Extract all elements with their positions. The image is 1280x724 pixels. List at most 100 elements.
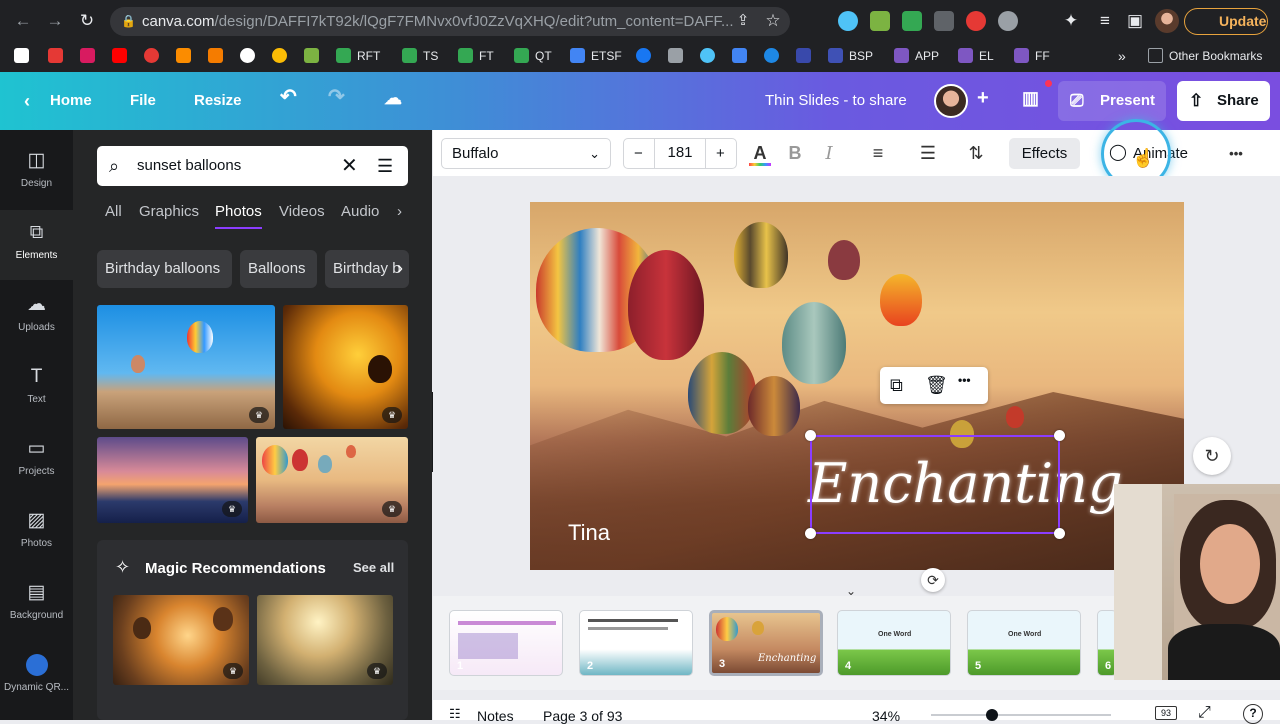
resize-handle[interactable] — [805, 528, 816, 539]
back-icon[interactable]: ← — [12, 10, 34, 32]
font-size-input[interactable]: 181 — [654, 138, 706, 169]
slide-name-text[interactable]: Tina — [568, 520, 610, 546]
cloud-saved-icon[interactable]: ☁ — [384, 89, 402, 107]
more-icon[interactable]: ••• — [958, 373, 971, 387]
magic-photo-2[interactable]: ♛ — [257, 595, 393, 685]
rail-photos[interactable]: ▨ Photos — [0, 498, 73, 568]
design-title[interactable]: Thin Slides - to share — [765, 92, 907, 110]
bookmark-youtube[interactable] — [112, 47, 133, 65]
bookmark-blogger[interactable] — [176, 47, 197, 65]
increase-size-button[interactable]: + — [716, 139, 725, 168]
zoom-slider-track[interactable] — [931, 709, 1111, 721]
photo-result-3[interactable]: ♛ — [97, 437, 248, 523]
redo-icon[interactable]: ↷ — [328, 87, 345, 107]
bookmark-icon-7[interactable] — [208, 47, 229, 65]
other-bookmarks[interactable]: Other Bookmarks — [1148, 47, 1262, 65]
extension-flask-icon[interactable] — [870, 11, 890, 31]
file-menu[interactable]: File — [130, 92, 156, 110]
bullet-list-icon[interactable]: ☰ — [917, 138, 939, 169]
forward-icon[interactable]: → — [44, 10, 66, 32]
italic-icon[interactable]: I — [819, 138, 839, 169]
fullscreen-icon[interactable]: ⤢ — [1198, 704, 1211, 722]
rail-design[interactable]: ◫ Design — [0, 138, 73, 208]
chevron-left-icon[interactable]: ‹ — [24, 92, 30, 110]
bookmark-icon-5[interactable] — [144, 47, 165, 65]
bookmark-app[interactable]: APP — [894, 47, 939, 65]
bookmarks-overflow[interactable]: » — [1118, 47, 1126, 65]
photo-result-1[interactable]: ♛ — [97, 305, 275, 429]
trash-icon[interactable]: 🗑 — [925, 375, 948, 396]
bookmark-icon-10[interactable] — [304, 47, 325, 65]
rail-elements[interactable]: ⧉ Elements — [0, 210, 73, 280]
align-center-icon[interactable]: ≡ — [867, 138, 889, 169]
share-page-icon[interactable]: ⇪ — [732, 10, 754, 32]
magic-photo-1[interactable]: ♛ — [113, 595, 249, 685]
tab-photos[interactable]: Photos — [215, 203, 262, 229]
plus-icon[interactable]: + — [977, 88, 989, 108]
reading-list-icon[interactable]: ≡ — [1094, 10, 1116, 32]
tab-graphics[interactable]: Graphics — [139, 203, 199, 221]
help-button[interactable]: ? — [1243, 704, 1263, 724]
chip-balloons[interactable]: Balloons — [240, 250, 317, 288]
home-button[interactable]: Home — [50, 92, 92, 110]
tab-all[interactable]: All — [105, 203, 122, 221]
bookmark-icon-drop[interactable] — [700, 47, 721, 65]
tab-audio[interactable]: Audio — [341, 203, 379, 221]
extension-diamond-icon[interactable] — [838, 11, 858, 31]
see-all-link[interactable]: See all — [353, 560, 394, 575]
bookmark-rft[interactable]: RFT — [336, 47, 380, 65]
bookmark-icon-3[interactable] — [80, 47, 101, 65]
rail-text[interactable]: T Text — [0, 354, 73, 424]
filter-sliders-icon[interactable]: ☰ — [377, 146, 393, 186]
extension-shield-icon[interactable] — [934, 11, 954, 31]
bookmark-etsf[interactable]: ETSF — [570, 47, 622, 65]
bookmark-icon-chat[interactable] — [732, 47, 753, 65]
page-thumb-3-active[interactable]: 3 Enchanting — [709, 610, 823, 676]
chip-birthday-balloons[interactable]: Birthday balloons — [97, 250, 232, 288]
resize-button[interactable]: Resize — [194, 92, 242, 110]
profile-avatar[interactable] — [1155, 9, 1179, 33]
sidebar-icon[interactable]: ▣ — [1124, 10, 1146, 32]
text-color-icon[interactable]: A — [749, 138, 771, 169]
font-family-dropdown[interactable]: Buffalo ⌄ — [441, 138, 611, 169]
effects-button[interactable]: Effects — [1009, 138, 1080, 169]
rail-uploads[interactable]: ☁ Uploads — [0, 282, 73, 352]
resize-handle[interactable] — [1054, 430, 1065, 441]
refresh-suggest-icon[interactable]: ↻ — [1193, 437, 1231, 475]
rail-projects[interactable]: ▭ Projects — [0, 426, 73, 496]
bookmark-puzzle[interactable] — [668, 47, 689, 65]
page-thumb-4[interactable]: One Word 4 — [837, 610, 951, 676]
decrease-size-button[interactable]: − — [634, 139, 643, 168]
rail-dynamic-qr[interactable]: Dynamic QR... — [0, 642, 73, 712]
tab-videos[interactable]: Videos — [279, 203, 325, 221]
bookmark-icon-globe[interactable] — [764, 47, 785, 65]
duplicate-icon[interactable]: ⧉ — [890, 375, 903, 396]
zoom-slider-thumb[interactable] — [986, 709, 998, 721]
present-button[interactable]: ⎚ Present — [1058, 81, 1166, 121]
bookmark-adobe[interactable] — [48, 47, 69, 65]
zoom-level[interactable]: 34% — [872, 708, 900, 724]
bookmark-google[interactable] — [240, 47, 261, 65]
undo-icon[interactable]: ↶ — [280, 87, 297, 107]
share-button[interactable]: ⇧ Share — [1177, 81, 1270, 121]
update-button[interactable]: Update — [1184, 8, 1268, 35]
rail-background[interactable]: ▤ Background — [0, 570, 73, 640]
clear-search-icon[interactable]: ✕ — [341, 146, 358, 186]
bookmark-icon-square[interactable] — [796, 47, 817, 65]
star-icon[interactable]: ☆ — [762, 10, 784, 32]
page-thumb-1[interactable]: 1 — [449, 610, 563, 676]
resize-handle[interactable] — [805, 430, 816, 441]
page-thumb-5[interactable]: One Word 5 — [967, 610, 1081, 676]
photo-result-2[interactable]: ♛ — [283, 305, 408, 429]
bookmark-el[interactable]: EL — [958, 47, 994, 65]
page-grid-button[interactable]: 93 — [1155, 706, 1177, 720]
photo-result-4[interactable]: ♛ — [256, 437, 408, 523]
selection-box[interactable] — [805, 430, 1065, 539]
bookmark-icon-f[interactable] — [636, 47, 657, 65]
search-input[interactable]: ⌕ sunset balloons ✕ ☰ — [97, 146, 408, 186]
address-bar[interactable]: 🔒 canva.com/design/DAFFI7kT92k/lQgF7FMNvx… — [110, 7, 790, 36]
notes-button[interactable]: Notes — [477, 708, 514, 724]
bookmark-qt[interactable]: QT — [514, 47, 552, 65]
bookmark-ts[interactable]: TS — [402, 47, 438, 65]
bookmark-ft[interactable]: FT — [458, 47, 494, 65]
